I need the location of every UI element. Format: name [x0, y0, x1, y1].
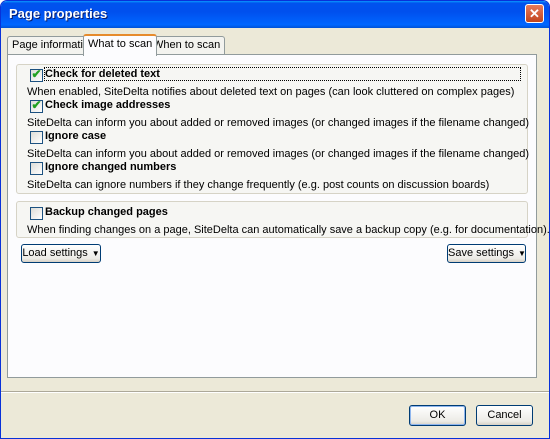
backup-changed-pages-checkbox[interactable]: [30, 207, 43, 220]
chevron-down-icon: ▼: [91, 249, 100, 258]
check-image-addresses-label[interactable]: Check image addresses: [45, 99, 170, 111]
check-deleted-text-checkbox[interactable]: ✔: [30, 67, 43, 82]
dialog-content: Page information What to scan When to sc…: [1, 28, 549, 438]
ignore-changed-numbers-description: SiteDelta can ignore numbers if they cha…: [27, 179, 490, 191]
backup-group: Backup changed pages When finding change…: [16, 201, 549, 238]
ignore-changed-numbers-checkbox[interactable]: [30, 162, 43, 175]
window-title: Page properties: [9, 6, 108, 21]
save-settings-button[interactable]: Save settings ▼: [447, 244, 526, 263]
save-settings-label: Save settings: [448, 247, 515, 259]
ignore-case-label[interactable]: Ignore case: [45, 130, 106, 142]
check-deleted-text-description: When enabled, SiteDelta notifies about d…: [27, 86, 515, 98]
load-settings-button[interactable]: Load settings ▼: [21, 244, 101, 263]
checkmark-icon: ✔: [31, 98, 42, 112]
ignore-changed-numbers-label[interactable]: Ignore changed numbers: [45, 161, 176, 173]
check-deleted-text-label[interactable]: Check for deleted text: [44, 67, 521, 81]
ok-button[interactable]: OK: [409, 405, 466, 426]
backup-changed-pages-label[interactable]: Backup changed pages: [45, 206, 168, 218]
tab-when-to-scan[interactable]: When to scan: [148, 36, 226, 54]
check-image-addresses-description: SiteDelta can inform you about added or …: [27, 117, 530, 129]
close-icon: ✕: [529, 6, 540, 21]
check-image-addresses-checkbox[interactable]: ✔: [30, 98, 43, 113]
ignore-case-description: SiteDelta can inform you about added or …: [27, 148, 530, 160]
page-properties-dialog: Page properties ✕ Page information What …: [0, 0, 550, 439]
chevron-down-icon: ▼: [518, 249, 526, 258]
checkmark-icon: ✔: [31, 67, 42, 81]
ignore-case-checkbox[interactable]: [30, 131, 43, 144]
title-bar[interactable]: Page properties ✕: [1, 1, 549, 28]
scan-options-group: ✔ Check for deleted text When enabled, S…: [16, 64, 530, 194]
what-to-scan-panel: ✔ Check for deleted text When enabled, S…: [7, 54, 549, 378]
load-settings-label: Load settings: [22, 247, 88, 259]
close-button[interactable]: ✕: [525, 4, 544, 23]
backup-changed-pages-description: When finding changes on a page, SiteDelt…: [27, 224, 550, 236]
tab-what-to-scan[interactable]: What to scan: [83, 34, 158, 56]
cancel-button[interactable]: Cancel: [476, 405, 533, 426]
button-separator: [1, 391, 549, 393]
